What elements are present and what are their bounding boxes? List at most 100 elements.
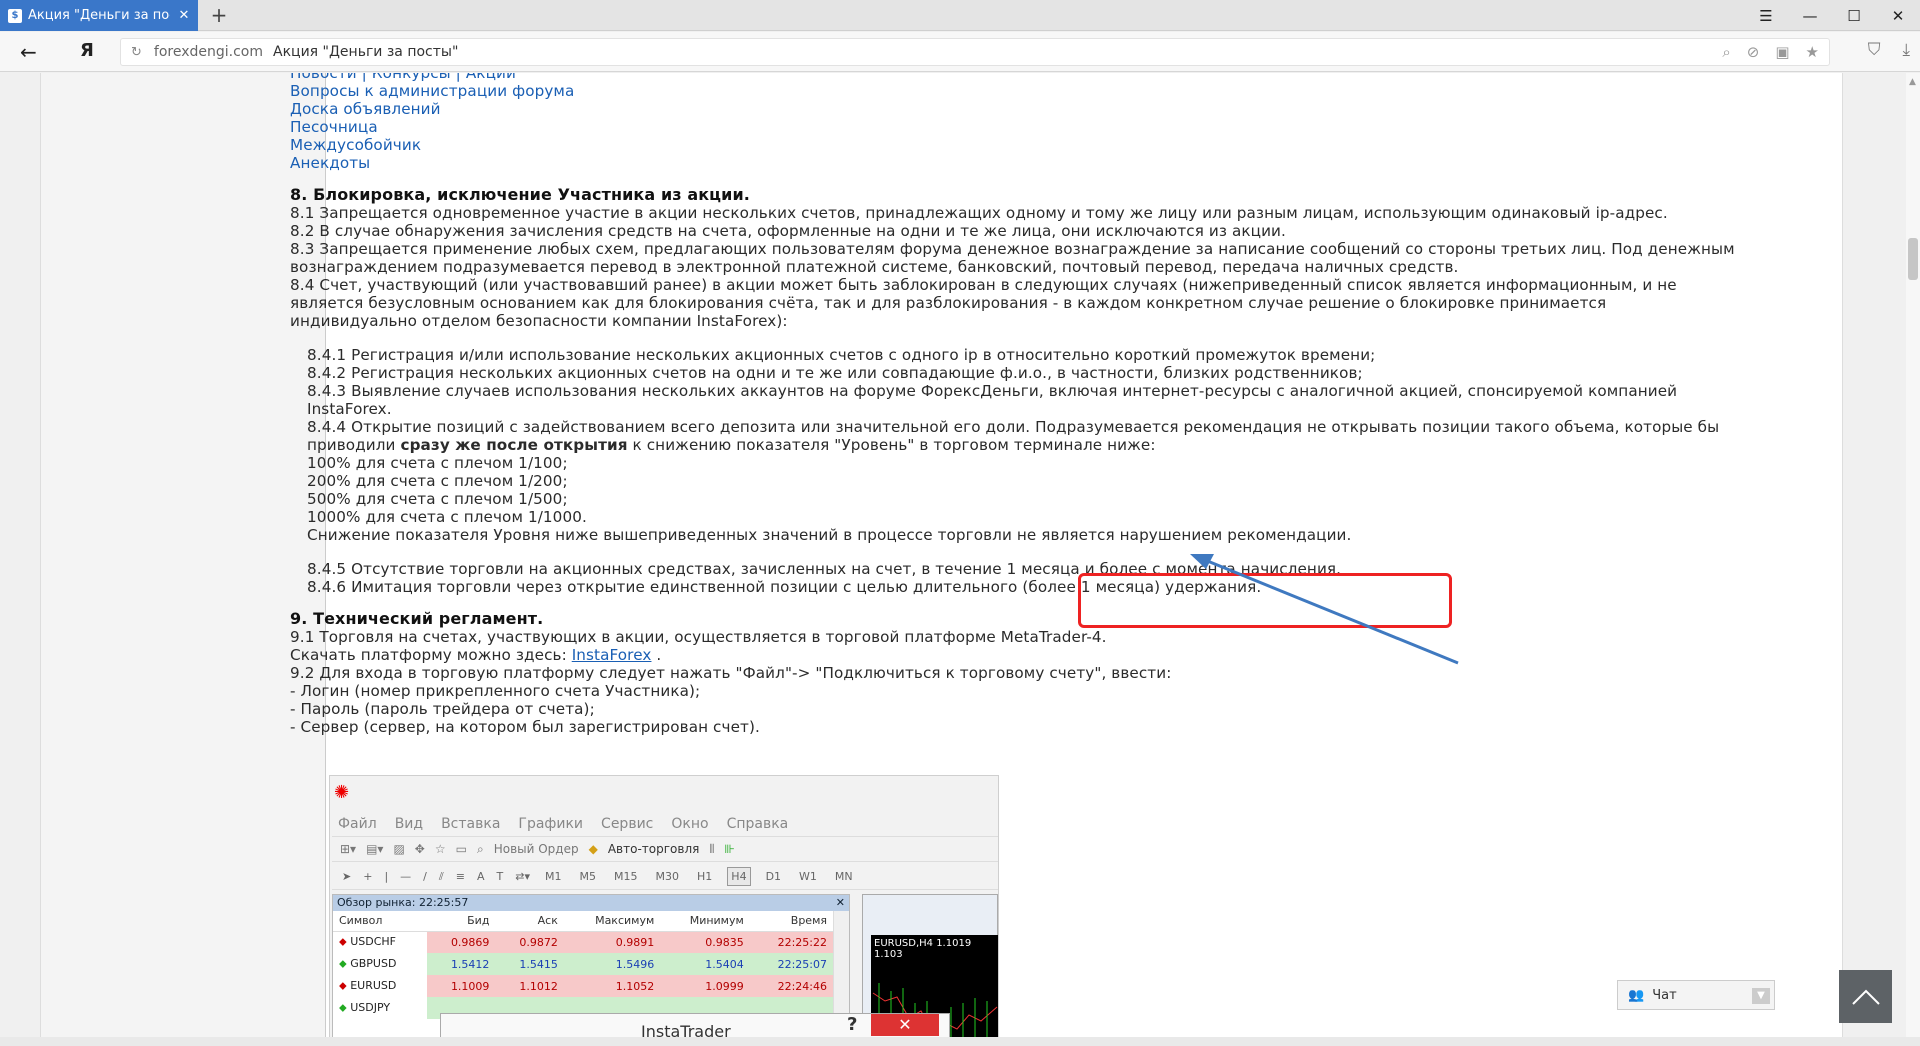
- scrollbar-thumb[interactable]: [1908, 238, 1918, 280]
- horizontal-scrollbar[interactable]: [0, 1037, 1920, 1046]
- block-icon[interactable]: ⊘: [1747, 43, 1760, 61]
- leverage-1000: 1000% для счета с плечом 1/1000.: [307, 508, 587, 526]
- channel-icon: ⫽: [438, 869, 444, 883]
- download-line: Скачать платформу можно здесь: InstaFore…: [290, 646, 1790, 664]
- scroll-up-arrow-icon[interactable]: ▲: [1909, 77, 1916, 87]
- symbol-name: GBPUSD: [350, 957, 397, 970]
- maximize-icon[interactable]: ☐: [1832, 0, 1876, 31]
- reader-icon[interactable]: ▣: [1775, 43, 1789, 61]
- reload-icon[interactable]: ↻: [131, 45, 142, 60]
- new-tab-button[interactable]: +: [206, 3, 232, 27]
- tab-title: Акция "Деньги за посты": [28, 8, 170, 23]
- forum-link[interactable]: Анекдоты: [290, 154, 1790, 172]
- label-icon: T: [496, 870, 504, 883]
- new-chart-icon: ⊞▾: [340, 842, 357, 856]
- text-icon: A: [477, 870, 485, 883]
- symbol-cell: ⬥ USDJPY: [333, 997, 427, 1019]
- url-tools: ⌕ ⊘ ▣ ★: [1722, 43, 1819, 61]
- column-header: Минимум: [660, 911, 750, 932]
- chevron-up-icon: [1851, 989, 1880, 1005]
- password-item: - Пароль (пароль трейдера от счета);: [290, 700, 595, 718]
- rule-8-4-4-text: приводили: [307, 436, 401, 454]
- instaforex-download-link[interactable]: InstaForex: [572, 646, 652, 664]
- rule-8-4-3-line1: 8.4.3 Выявление случаев использования не…: [307, 382, 1678, 400]
- rule-8-2: 8.2 В случае обнаружения зачисления сред…: [290, 222, 1286, 240]
- login-item: - Логин (номер прикрепленного счета Учас…: [290, 682, 701, 700]
- browser-side-buttons: ⛉ ⤓: [1868, 40, 1910, 60]
- crosshair-icon: +: [363, 870, 373, 883]
- hline-icon: —: [400, 870, 412, 883]
- forum-link[interactable]: Доска объявлений: [290, 100, 1790, 118]
- bid-cell: 1.1009: [427, 975, 496, 997]
- forum-link[interactable]: Междусобойчик: [290, 136, 1790, 154]
- market-watch-table: Символ Бид Аск Максимум Минимум Время ⬥ USDCH…: [333, 911, 833, 1019]
- url-domain: forexdengi.com: [153, 44, 264, 60]
- shapes-icon: ⇄▾: [515, 870, 531, 883]
- symbol-name: USDCHF: [350, 935, 396, 949]
- url-page-title: Акция "Деньги за посты": [273, 44, 459, 60]
- url-field[interactable]: ↻ forexdengi.com Акция "Деньги за посты"…: [120, 38, 1830, 66]
- bookmark-star-icon[interactable]: ★: [1806, 43, 1819, 61]
- column-header: Время: [749, 911, 833, 932]
- rule-8-4-3-line2: InstaForex.: [307, 400, 392, 418]
- yandex-logo[interactable]: Я: [80, 40, 94, 61]
- mt4-menu-item: Графики: [518, 816, 584, 832]
- market-watch-title: Обзор рынка: 22:25:57: [337, 896, 469, 909]
- mt4-menu-item: Вид: [394, 816, 424, 832]
- rule-8-4-line3: индивидуально отделом безопасности компа…: [290, 312, 788, 330]
- forum-link[interactable]: Песочница: [290, 118, 1790, 136]
- chat-widget[interactable]: 👥 Чат ▼: [1617, 980, 1775, 1010]
- symbol-cell: ⬥ USDCHF: [333, 931, 427, 953]
- timeframe-m5: M5: [579, 870, 597, 883]
- trendline-icon: /: [423, 870, 427, 883]
- market-watch-close-icon: ✕: [835, 896, 845, 909]
- forum-favicon-icon: $: [8, 8, 22, 23]
- mt4-timeframe-bar: ➤ + | — / ⫽ ≡ A T ⇄▾ M1 M5 M15 M30 H1 H4 D1 W1 M…: [332, 864, 998, 890]
- rule-8-4-4-text-end: к снижению показателя "Уровень" в торгов…: [627, 436, 1156, 454]
- page-viewport: Новости | Конкурсы | Акции Вопросы к адми…: [0, 73, 1920, 1046]
- rule-8-3-line1: 8.3 Запрещается применение любых схем, п…: [290, 240, 1735, 258]
- down-arrow-icon: ⬥: [339, 979, 351, 992]
- ask-cell: 1.1012: [495, 975, 564, 997]
- download-text: Скачать платформу можно здесь:: [290, 646, 572, 664]
- chat-expand-icon[interactable]: ▼: [1752, 988, 1770, 1004]
- down-arrow-icon: ⬥: [339, 935, 351, 949]
- left-column: [41, 73, 326, 1046]
- leverage-200: 200% для счета с плечом 1/200;: [307, 472, 568, 490]
- rule-9-2: 9.2 Для входа в торговую платформу следу…: [290, 664, 1172, 682]
- data-window-icon: ☆: [434, 842, 446, 856]
- rule-8-1: 8.1 Запрещается одновременное участие в …: [290, 204, 1668, 222]
- users-icon: 👥: [1628, 987, 1645, 1003]
- market-row: ⬥ GBPUSD 1.5412 1.5415 1.5496 1.5404 22:25:07: [333, 953, 833, 975]
- time-cell: 22:25:22: [749, 931, 833, 953]
- market-watch-header: Обзор рынка: 22:25:57 ✕: [333, 895, 849, 911]
- time-cell: 22:25:07: [749, 953, 833, 975]
- close-tab-icon[interactable]: ✕: [176, 8, 192, 23]
- tester-icon: ⌕: [476, 841, 484, 856]
- back-icon[interactable]: ←: [20, 40, 37, 64]
- section8-title: 8. Блокировка, исключение Участника из а…: [290, 185, 750, 204]
- timeframe-d1: D1: [765, 870, 782, 883]
- menu-icon[interactable]: ☰: [1744, 0, 1788, 31]
- timeframe-mn: MN: [834, 870, 853, 883]
- active-tab[interactable]: $ Акция "Деньги за посты" ✕: [0, 0, 198, 31]
- column-header: Максимум: [563, 911, 661, 932]
- zoom-icon[interactable]: ⌕: [1722, 43, 1730, 61]
- up-arrow-icon: ⬥: [339, 1001, 351, 1014]
- forum-link[interactable]: Вопросы к администрации форума: [290, 82, 1790, 100]
- scroll-to-top-button[interactable]: [1839, 970, 1892, 1023]
- low-cell: 1.5404: [660, 953, 750, 975]
- forum-links: Новости | Конкурсы | Акции Вопросы к адми…: [290, 73, 1790, 172]
- vline-icon: |: [384, 870, 389, 883]
- chat-label: Чат: [1652, 987, 1677, 1003]
- mt4-menu-item: Окно: [671, 816, 709, 832]
- downloads-icon[interactable]: ⤓: [1902, 40, 1910, 60]
- protect-shield-icon[interactable]: ⛉: [1868, 40, 1881, 60]
- timeframe-h1: H1: [697, 870, 713, 883]
- vertical-scrollbar[interactable]: ▲: [1906, 73, 1920, 1046]
- rule-8-4-1: 8.4.1 Регистрация и/или использование не…: [307, 346, 1376, 364]
- forum-link[interactable]: Новости | Конкурсы | Акции: [290, 73, 1790, 82]
- minimize-icon[interactable]: —: [1788, 0, 1832, 31]
- instaforex-logo-icon: ✺: [334, 782, 350, 803]
- close-window-icon[interactable]: ✕: [1876, 0, 1920, 31]
